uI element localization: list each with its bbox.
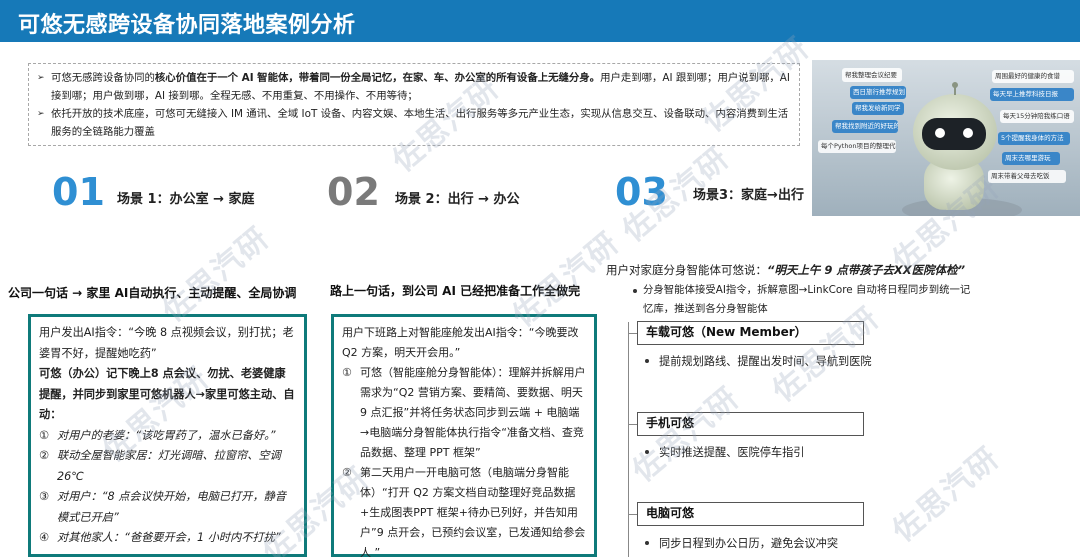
device-phone: 手机可悠 [637, 412, 864, 436]
card-text: 用户发出AI指令：“今晚 8 点视频会议，别打扰；老婆胃不好，提醒她吃药” [39, 326, 294, 360]
bullet-dot [633, 289, 637, 293]
scenario-1-title: 公司一句话 → 家里 AI自动执行、主动提醒、全局协调 [8, 286, 297, 300]
bubble: 帮我找到附近的好玩的 [832, 120, 898, 133]
list-item: ③ 对用户：“8 点会议快开始，电脑已打开，静音模式已开启” [39, 490, 287, 524]
list-item: ② 第二天用户一开电脑可悠（电脑端分身智能体）“打开 Q2 方案文档自动整理好竞品… [342, 466, 586, 557]
page-title: 可悠无感跨设备协同落地案例分析 [18, 13, 356, 38]
robot-photo: 帮我整理会议纪要 西日旅行推荐规划 帮我发给新同学 帮我找到附近的好玩的 每个P… [812, 60, 1080, 216]
bubble: 5个提醒我身体的方法 [998, 132, 1070, 145]
scenario-number-1: 01 [52, 170, 105, 214]
list-item: ④ 对其他家人：“爸爸要开会，1 小时内不打扰” [39, 531, 281, 544]
scenario-number-3: 03 [615, 170, 668, 214]
intro-box: ➢ 可悠无感跨设备协同的核心价值在于一个 AI 智能体，带着同一份全局记忆，在家… [28, 63, 800, 146]
list-item: ① 可悠（智能座舱分身智能体）：理解并拆解用户需求为“Q2 营销方案、要精简、要数… [342, 366, 586, 459]
device-phone-item: 实时推送提醒、医院停车指引 [645, 444, 804, 460]
scenario-3-title: 用户对家庭分身智能体可悠说：“明天上午 9 点带孩子去XX医院体检” [606, 263, 966, 277]
arrow-bullet-icon: ➢ [37, 109, 45, 119]
bubble: 每天15分钟陪我练口语 [1000, 110, 1074, 123]
watermark: 佐思汽研 [155, 220, 277, 330]
scenario-label-3: 场景3：家庭→出行 [693, 188, 804, 203]
arrow-bullet-icon: ➢ [37, 73, 45, 83]
device-pc: 电脑可悠 [637, 502, 864, 526]
intro-bullet-1: ➢ 可悠无感跨设备协同的核心价值在于一个 AI 智能体，带着同一份全局记忆，在家… [37, 69, 791, 105]
scenario-2-card: 用户下班路上对智能座舱发出AI指令：“今晚要改 Q2 方案，明天开会用。” ①可… [331, 314, 597, 557]
scenario-3-bullet: 分身智能体接受AI指令，拆解意图→LinkCore 自动将日程同步到统一记忆库，… [633, 281, 973, 319]
intro-text: 可悠无感跨设备协同的 [51, 72, 155, 84]
bubble: 每个Python项目的整理代码 [818, 140, 896, 153]
bubble: 帮我整理会议纪要 [842, 68, 902, 82]
card-text-bold: 可悠（办公）记下晚上8 点会议、勿扰、老婆健康提醒，并同步到家里可悠机器人→家里… [39, 367, 295, 421]
card-text: 用户下班路上对智能座舱发出AI指令：“今晚要改 Q2 方案，明天开会用。” [342, 326, 579, 359]
scenario-label-2: 场景 2：出行 → 办公 [395, 192, 520, 207]
scenario-number-2: 02 [327, 170, 380, 214]
bubble: 帮我发给新同学 [852, 102, 904, 115]
scenario-label-1: 场景 1：办公室 → 家庭 [117, 192, 255, 207]
bubble: 周末带着父母去吃饭 [988, 170, 1066, 183]
device-car: 车载可悠（New Member） [637, 321, 864, 345]
header-bar: 可悠无感跨设备协同落地案例分析 [0, 0, 1080, 42]
device-pc-item: 同步日程到办公日历，避免会议冲突 [645, 535, 838, 551]
scenario-2-title: 路上一句话，到公司 AI 已经把准备工作全做完 [330, 284, 581, 298]
bubble: 周围最好的健康的食谱 [992, 70, 1074, 83]
intro-text: 依托开放的技术底座，可悠可无缝接入 IM 通讯、全域 IoT 设备、内容文娱、本… [51, 108, 789, 138]
bubble: 周末去哪里游玩 [1002, 152, 1060, 165]
tree-line [628, 322, 629, 557]
list-item: ② 联动全屋智能家居：灯光调暗、拉窗帘、空调 26℃ [39, 449, 281, 483]
intro-bullet-2: ➢ 依托开放的技术底座，可悠可无缝接入 IM 通讯、全域 IoT 设备、内容文娱… [37, 105, 791, 141]
intro-text-bold: 核心价值在于一个 AI 智能体，带着同一份全局记忆，在家、车、办公室的所有设备上… [154, 72, 601, 84]
bubble: 每天早上推荐科技日报 [990, 88, 1074, 101]
bubble: 西日旅行推荐规划 [850, 86, 906, 99]
device-car-item: 提前规划路线、提醒出发时间、导航到医院 [645, 353, 872, 369]
scenario-1-card: 用户发出AI指令：“今晚 8 点视频会议，别打扰；老婆胃不好，提醒她吃药” 可悠… [28, 314, 307, 557]
watermark: 佐思汽研 [885, 440, 1007, 550]
list-item: ① 对用户的老婆：“该吃胃药了，温水已备好。” [39, 428, 276, 442]
